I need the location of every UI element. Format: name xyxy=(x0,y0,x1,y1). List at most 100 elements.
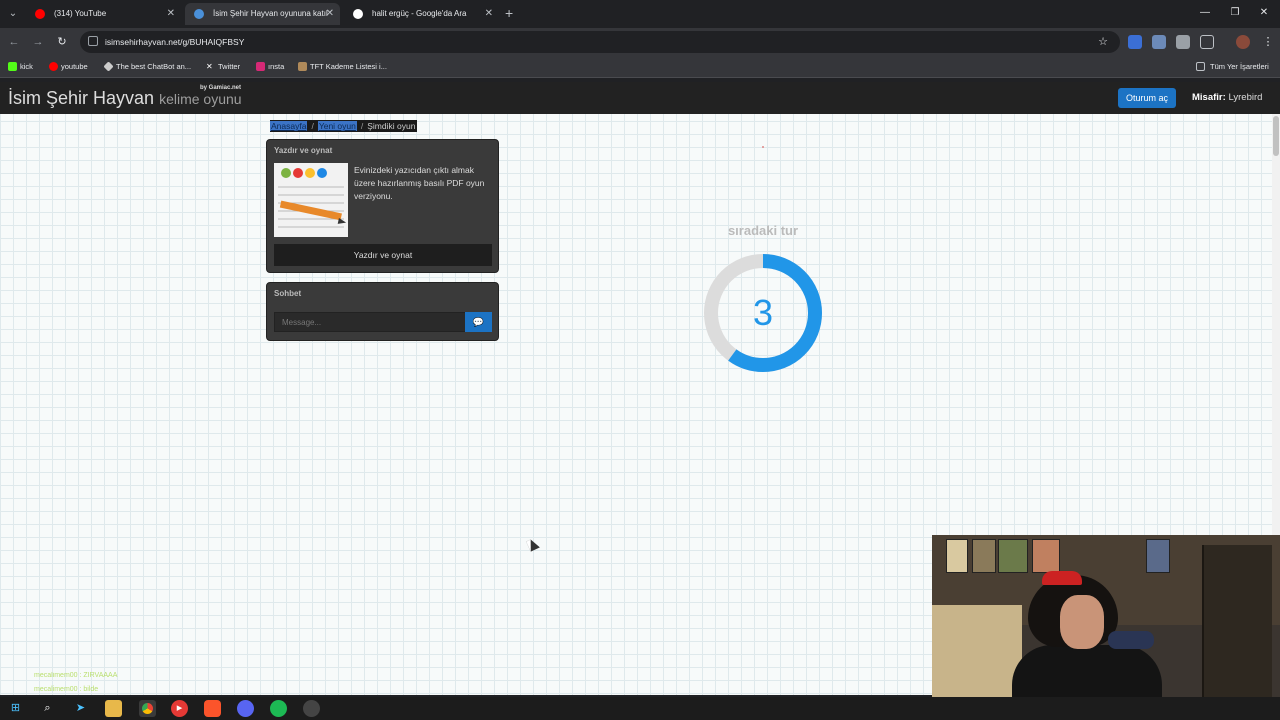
speech-bubble-icon: 💬 xyxy=(472,316,485,327)
countdown-number: 3 xyxy=(752,292,774,333)
stream-chat-line: mecalimem00 : bilde xyxy=(34,686,99,693)
microphone xyxy=(1108,631,1154,649)
extension-icon[interactable] xyxy=(1128,35,1142,49)
chat-message-input[interactable] xyxy=(274,312,466,332)
file-explorer-icon[interactable] xyxy=(105,700,122,717)
chat-panel: Sohbet 💬 xyxy=(266,282,499,341)
scrollbar-thumb[interactable] xyxy=(1273,116,1279,156)
guest-prefix: Misafir: xyxy=(1192,92,1226,103)
extension-icon[interactable] xyxy=(1176,35,1190,49)
santa-hat xyxy=(1042,571,1082,585)
youtube-icon xyxy=(35,9,45,19)
close-icon[interactable]: ✕ xyxy=(326,3,334,25)
profile-avatar[interactable] xyxy=(1236,35,1250,49)
bookmarks-bar: kick youtube The best ChatBot an... ✕ Twi… xyxy=(0,56,1280,78)
obs-icon[interactable] xyxy=(303,700,320,717)
close-icon[interactable]: ✕ xyxy=(485,3,493,25)
google-icon xyxy=(353,9,363,19)
bookmark-label: TFT Kademe Listesi i... xyxy=(310,62,387,71)
bookmark-star-icon[interactable]: ☆ xyxy=(1098,31,1108,53)
brand-title: İsim Şehir Hayvan xyxy=(8,88,155,108)
discord-icon[interactable] xyxy=(237,700,254,717)
guest-user: Misafir: Lyrebird xyxy=(1192,82,1262,114)
brand-subtitle: kelime oyunu xyxy=(159,91,242,107)
panel-title: Yazdır ve oynat xyxy=(274,146,333,155)
close-icon[interactable]: ✕ xyxy=(167,3,175,25)
kick-icon xyxy=(8,62,17,71)
guest-name: Lyrebird xyxy=(1228,92,1263,103)
terminal-icon[interactable]: ➤ xyxy=(72,700,89,717)
login-button[interactable]: Oturum aç xyxy=(1118,88,1176,108)
tab-google-search[interactable]: halit ergüç - Google'da Ara ✕ xyxy=(344,3,499,25)
chat-send-button[interactable]: 💬 xyxy=(465,312,492,332)
extensions-puzzle-icon[interactable] xyxy=(1200,35,1214,49)
reload-icon[interactable]: ↻ xyxy=(53,33,71,51)
wall-poster xyxy=(972,539,996,573)
folder-icon xyxy=(1196,62,1205,71)
bookmark-kick[interactable]: kick xyxy=(8,56,33,78)
kebab-menu-icon[interactable]: ⋮ xyxy=(1259,33,1277,51)
bookmark-twitter[interactable]: ✕ Twitter xyxy=(206,56,240,78)
bookmark-label: youtube xyxy=(61,62,88,71)
brand-by-label: by Gamiac.net xyxy=(200,85,242,91)
address-bar[interactable]: isimsehirhayvan.net/g/BUHAIQFBSY ☆ xyxy=(80,31,1120,53)
bookmark-chatbot[interactable]: The best ChatBot an... xyxy=(103,56,191,78)
all-bookmarks-label: Tüm Yer İşaretleri xyxy=(1210,62,1269,71)
breadcrumb-home-link[interactable]: Anasayfa xyxy=(270,121,308,131)
stream-chat-overlay: mecalimem00 : ZIRVAAAA mecalimem00 : bil… xyxy=(34,669,117,695)
breadcrumb-current: Şimdiki oyun xyxy=(367,121,416,131)
instagram-icon xyxy=(256,62,265,71)
print-and-play-button[interactable]: Yazdır ve oynat xyxy=(274,244,492,266)
site-info-icon[interactable] xyxy=(88,36,98,46)
search-icon[interactable]: ⌕ xyxy=(39,700,56,717)
bookmark-tft[interactable]: TFT Kademe Listesi i... xyxy=(298,56,387,78)
windows-start-icon[interactable]: ⊞ xyxy=(7,700,24,717)
media-player-icon[interactable]: ▸ xyxy=(171,700,188,717)
wall-poster xyxy=(1032,539,1060,573)
bookmark-insta[interactable]: ınsta xyxy=(256,56,284,78)
site-brand[interactable]: İsim Şehir Hayvan kelime oyunu xyxy=(8,88,242,109)
bookmark-youtube[interactable]: youtube xyxy=(49,56,88,78)
mouse-cursor xyxy=(526,537,540,552)
wall-poster xyxy=(1146,539,1170,573)
all-bookmarks[interactable]: Tüm Yer İşaretleri xyxy=(1196,56,1269,78)
site-icon xyxy=(194,9,204,19)
streamer-face xyxy=(1060,595,1104,649)
back-arrow-icon[interactable]: ← xyxy=(5,33,23,51)
decorative-dot xyxy=(762,146,764,148)
breadcrumb-new-game-link[interactable]: Yeni oyun xyxy=(317,121,357,131)
printed-sheet-image xyxy=(274,163,348,237)
breadcrumb-separator: / xyxy=(360,121,364,131)
brave-icon[interactable] xyxy=(204,700,221,717)
wall-poster xyxy=(998,539,1028,573)
forward-arrow-icon[interactable]: → xyxy=(29,33,47,51)
couch xyxy=(932,605,1022,697)
site-navbar: İsim Şehir Hayvan kelime oyunu by Gamiac… xyxy=(0,82,1280,114)
stream-chat-line: mecalimem00 : ZIRVAAAA xyxy=(34,672,118,679)
tab-title: halit ergüç - Google'da Ara xyxy=(372,9,467,18)
tab-search-chevron-icon[interactable]: ⌄ xyxy=(4,5,22,23)
bookmark-label: ınsta xyxy=(268,62,285,71)
new-tab-plus-icon[interactable]: + xyxy=(505,4,513,22)
browser-toolbar: ← → ↻ isimsehirhayvan.net/g/BUHAIQFBSY ☆… xyxy=(0,28,1280,56)
bookmark-label: kick xyxy=(20,62,33,71)
minimize-icon[interactable]: — xyxy=(1195,4,1215,22)
tft-icon xyxy=(298,62,307,71)
restore-icon[interactable]: ❐ xyxy=(1225,4,1245,22)
breadcrumb: Anasayfa / Yeni oyun / Şimdiki oyun xyxy=(270,120,418,132)
tab-title: (314) YouTube xyxy=(54,9,107,18)
window-close-icon[interactable]: ✕ xyxy=(1254,4,1274,22)
next-round-label: sıradaki tur xyxy=(727,223,799,238)
shelf xyxy=(1202,545,1272,697)
chrome-logo xyxy=(142,703,153,714)
streamer-body xyxy=(1012,645,1162,697)
tab-strip: ⌄ (314) YouTube ✕ İsim Şehir Hayvan oyun… xyxy=(0,0,1280,28)
spotify-icon[interactable] xyxy=(270,700,287,717)
extension-icon[interactable] xyxy=(1152,35,1166,49)
chrome-icon[interactable] xyxy=(139,700,156,717)
print-and-play-panel: Yazdır ve oynat Evinizdeki yazıcıdan çık… xyxy=(266,139,499,273)
bookmark-label: Twitter xyxy=(218,62,241,71)
tab-isim-sehir-hayvan[interactable]: İsim Şehir Hayvan oyununa katıl ✕ xyxy=(185,3,340,25)
tab-youtube[interactable]: (314) YouTube ✕ xyxy=(26,3,181,25)
windows-taskbar: ⊞ ⌕ ➤ ▸ xyxy=(0,697,1280,720)
